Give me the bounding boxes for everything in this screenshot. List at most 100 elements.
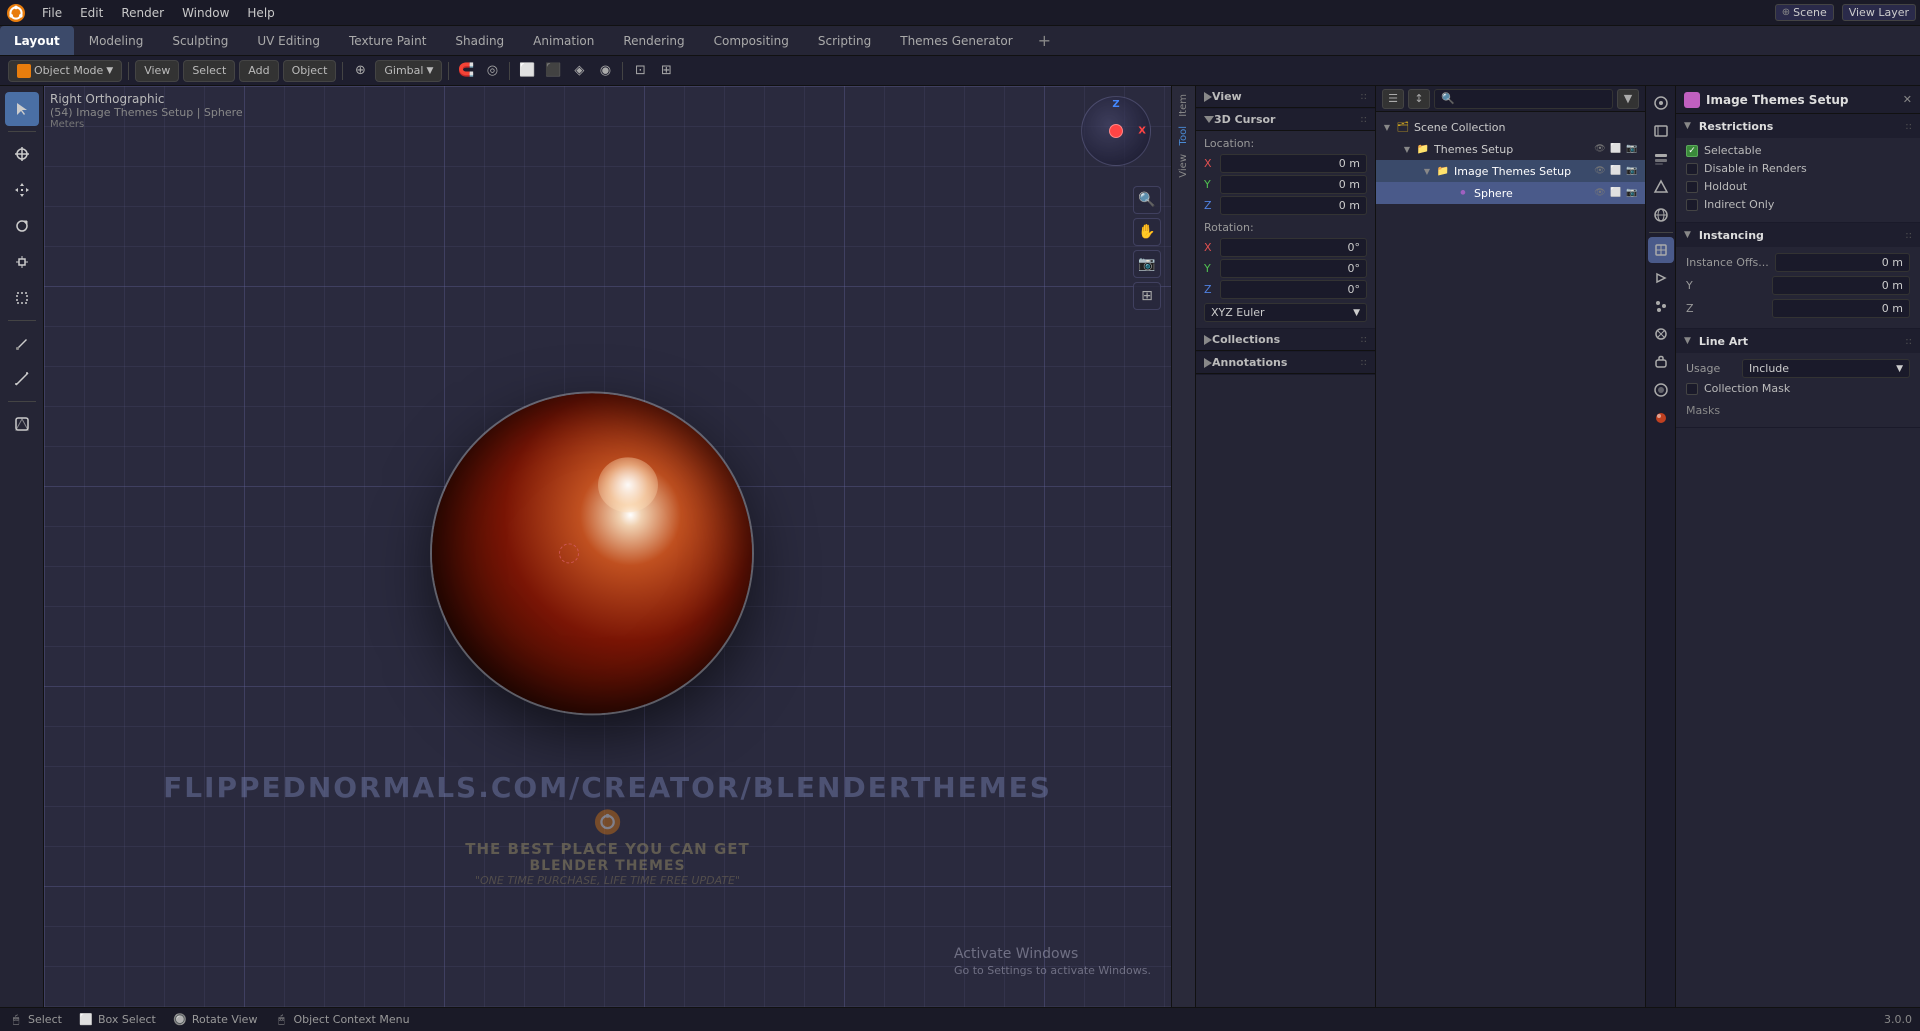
- select-tool[interactable]: [5, 92, 39, 126]
- transform-orientation[interactable]: Gimbal ▼: [375, 60, 442, 82]
- instancing-header[interactable]: ▼ Instancing ::: [1676, 223, 1920, 247]
- sphere-vis-icon[interactable]: 👁: [1593, 186, 1607, 200]
- world-properties-btn[interactable]: [1648, 202, 1674, 228]
- viewport-shading-rendered[interactable]: ◉: [594, 60, 616, 82]
- outliner-scene-collection[interactable]: ▼ 🗂 Scene Collection: [1376, 116, 1645, 138]
- rotate-tool[interactable]: [5, 209, 39, 243]
- annotate-tool[interactable]: [5, 326, 39, 360]
- holdout-checkbox[interactable]: [1686, 181, 1698, 193]
- modifier-properties-btn[interactable]: [1648, 265, 1674, 291]
- overlay-toggle[interactable]: ⊡: [629, 60, 651, 82]
- rotation-x-field[interactable]: 0°: [1220, 238, 1367, 257]
- tab-animation[interactable]: Animation: [519, 26, 608, 55]
- scene-properties-btn[interactable]: [1648, 174, 1674, 200]
- scene-collection-toggle[interactable]: ▼: [1382, 122, 1392, 132]
- constraints-properties-btn[interactable]: [1648, 349, 1674, 375]
- n-panel-tool-tab[interactable]: Tool: [1178, 122, 1189, 149]
- move-tool[interactable]: [5, 173, 39, 207]
- outliner-themes-setup[interactable]: ▼ 📁 Themes Setup 👁 ⬜ 📷: [1376, 138, 1645, 160]
- indirect-only-checkbox[interactable]: [1686, 199, 1698, 211]
- tab-layout[interactable]: Layout: [0, 26, 74, 55]
- themes-setup-vis-icon[interactable]: 👁: [1593, 142, 1607, 156]
- material-properties-btn[interactable]: [1648, 405, 1674, 431]
- transform-gizmo-toggle[interactable]: ⊕: [349, 60, 371, 82]
- line-art-header[interactable]: ▼ Line Art ::: [1676, 329, 1920, 353]
- sphere-select-icon[interactable]: ⬜: [1609, 186, 1623, 200]
- viewport-shading-wire[interactable]: ⬜: [516, 60, 538, 82]
- themes-setup-toggle[interactable]: ▼: [1402, 144, 1412, 154]
- tab-themes-generator[interactable]: Themes Generator: [886, 26, 1026, 55]
- outliner-view-btn[interactable]: ☰: [1382, 89, 1404, 109]
- sphere-toggle[interactable]: ▶: [1442, 188, 1452, 198]
- proportional-edit[interactable]: ◎: [481, 60, 503, 82]
- tab-shading[interactable]: Shading: [441, 26, 518, 55]
- tab-texture-paint[interactable]: Texture Paint: [335, 26, 440, 55]
- navigation-gizmo[interactable]: Z X: [1081, 96, 1161, 176]
- rotation-y-field[interactable]: 0°: [1220, 259, 1367, 278]
- tab-uv-editing[interactable]: UV Editing: [243, 26, 334, 55]
- measure-tool[interactable]: [5, 362, 39, 396]
- tab-modeling[interactable]: Modeling: [75, 26, 158, 55]
- location-z-field[interactable]: 0 m: [1220, 196, 1367, 215]
- render-properties-btn[interactable]: [1648, 90, 1674, 116]
- n-panel-view-tab[interactable]: View: [1178, 150, 1189, 182]
- rp-close-btn[interactable]: ✕: [1903, 93, 1912, 106]
- disable-renders-checkbox[interactable]: [1686, 163, 1698, 175]
- scene-selector[interactable]: ⊕ Scene: [1775, 4, 1834, 21]
- image-themes-toggle[interactable]: ▼: [1422, 166, 1432, 176]
- view-menu[interactable]: View: [135, 60, 179, 82]
- cursor-tool[interactable]: [5, 137, 39, 171]
- object-data-properties-btn[interactable]: [1648, 377, 1674, 403]
- image-themes-render-icon[interactable]: 📷: [1625, 164, 1639, 178]
- viewport-shading-solid[interactable]: ⬛: [542, 60, 564, 82]
- rotation-mode-dropdown[interactable]: XYZ Euler ▼: [1204, 303, 1367, 322]
- particles-properties-btn[interactable]: [1648, 293, 1674, 319]
- add-workspace-tab[interactable]: +: [1028, 26, 1061, 55]
- camera-view[interactable]: 📷: [1133, 250, 1161, 278]
- view-section-header[interactable]: View ::: [1196, 86, 1375, 108]
- pan-tool[interactable]: ✋: [1133, 218, 1161, 246]
- selectable-checkbox[interactable]: ✓: [1686, 145, 1698, 157]
- themes-setup-select-icon[interactable]: ⬜: [1609, 142, 1623, 156]
- location-x-field[interactable]: 0 m: [1220, 154, 1367, 173]
- outliner-sphere[interactable]: ▶ ⚫ Sphere 👁 ⬜ 📷: [1376, 182, 1645, 204]
- collections-section-header[interactable]: Collections ::: [1196, 329, 1375, 351]
- xray-toggle[interactable]: ⊞: [655, 60, 677, 82]
- tab-sculpting[interactable]: Sculpting: [158, 26, 242, 55]
- blender-logo[interactable]: [4, 1, 28, 25]
- outliner-sort-btn[interactable]: ↕: [1408, 89, 1430, 109]
- menu-file[interactable]: File: [34, 4, 70, 22]
- themes-setup-render-icon[interactable]: 📷: [1625, 142, 1639, 156]
- output-properties-btn[interactable]: [1648, 118, 1674, 144]
- add-primitive[interactable]: [5, 407, 39, 441]
- tab-scripting[interactable]: Scripting: [804, 26, 885, 55]
- grid-toggle[interactable]: ⊞: [1133, 282, 1161, 310]
- annotations-section-header[interactable]: Annotations ::: [1196, 352, 1375, 374]
- object-properties-btn[interactable]: [1648, 237, 1674, 263]
- image-themes-vis-icon[interactable]: 👁: [1593, 164, 1607, 178]
- physics-properties-btn[interactable]: [1648, 321, 1674, 347]
- gizmo-sphere[interactable]: Z X: [1081, 96, 1151, 166]
- outliner-filter-btn[interactable]: ▼: [1617, 89, 1639, 109]
- view-layer-selector[interactable]: View Layer: [1842, 4, 1916, 21]
- instance-offset-z[interactable]: 0 m: [1772, 299, 1910, 318]
- menu-render[interactable]: Render: [113, 4, 172, 22]
- zoom-in-btn[interactable]: 🔍: [1133, 186, 1161, 214]
- transform-tool[interactable]: [5, 281, 39, 315]
- n-panel-item-tab[interactable]: Item: [1178, 90, 1189, 121]
- object-menu[interactable]: Object: [283, 60, 337, 82]
- usage-dropdown[interactable]: Include ▼: [1742, 359, 1910, 378]
- menu-window[interactable]: Window: [174, 4, 237, 22]
- rotation-z-field[interactable]: 0°: [1220, 280, 1367, 299]
- tab-rendering[interactable]: Rendering: [609, 26, 698, 55]
- sphere-object[interactable]: [432, 393, 752, 713]
- instance-offset-x[interactable]: 0 m: [1775, 253, 1910, 272]
- outliner-image-themes-setup[interactable]: ▼ 📁 Image Themes Setup 👁 ⬜ 📷: [1376, 160, 1645, 182]
- scale-tool[interactable]: [5, 245, 39, 279]
- viewport-shading-material[interactable]: ◈: [568, 60, 590, 82]
- object-mode-selector[interactable]: Object Mode ▼: [8, 60, 122, 82]
- tab-compositing[interactable]: Compositing: [700, 26, 803, 55]
- menu-edit[interactable]: Edit: [72, 4, 111, 22]
- view-layer-properties-btn[interactable]: [1648, 146, 1674, 172]
- image-themes-select-icon[interactable]: ⬜: [1609, 164, 1623, 178]
